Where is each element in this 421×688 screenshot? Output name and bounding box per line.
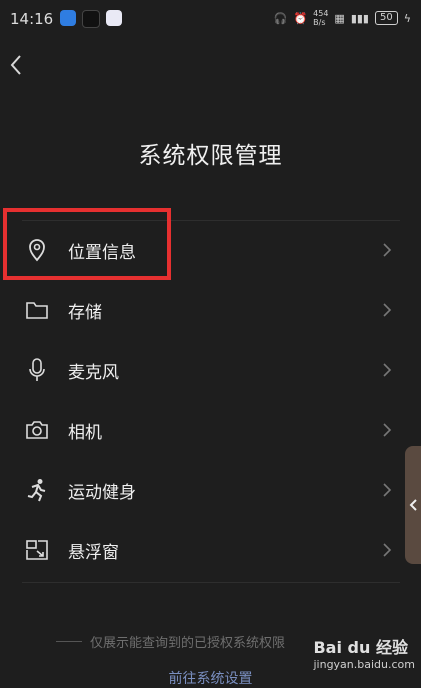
chevron-right-icon: [383, 303, 392, 317]
permission-item-microphone[interactable]: 麦克风: [22, 340, 400, 400]
list-bottom-divider: [22, 582, 400, 583]
running-icon: [24, 477, 50, 503]
status-bar: 14:16 🎧 ⏰ 454 B/s ▦ ▮▮▮ 50 ϟ: [0, 0, 421, 38]
permission-item-floating-window[interactable]: 悬浮窗: [22, 520, 400, 580]
permission-item-storage[interactable]: 存储: [22, 280, 400, 340]
camera-icon: [24, 417, 50, 443]
highlight-box: [3, 208, 171, 280]
page-title: 系统权限管理: [138, 143, 283, 169]
chevron-right-icon: [383, 423, 392, 437]
back-arrow-icon: [10, 55, 21, 75]
folder-icon: [24, 297, 50, 323]
charging-icon: ϟ: [403, 11, 411, 25]
back-button[interactable]: [6, 52, 28, 78]
battery-icon: 50: [375, 11, 398, 25]
system-icons: 🎧 ⏰ 454 B/s ▦ ▮▮▮ 50 ϟ: [274, 9, 411, 27]
message-app-icon: [106, 10, 122, 26]
chevron-right-icon: [383, 543, 392, 557]
watermark-brand: Bai du 经验: [313, 638, 408, 657]
permission-label: 麦克风: [68, 362, 119, 383]
chevron-right-icon: [383, 483, 392, 497]
system-settings-link[interactable]: 前往系统设置: [0, 668, 421, 688]
permission-label: 悬浮窗: [68, 542, 119, 563]
watermark-url: jingyan.baidu.com: [313, 658, 415, 671]
battery-level: 50: [380, 12, 393, 23]
microphone-icon: [24, 357, 50, 383]
permission-label: 运动健身: [68, 482, 136, 503]
chevron-left-icon: [409, 499, 417, 511]
floating-window-icon: [24, 537, 50, 563]
status-time: 14:16: [10, 10, 54, 28]
alarm-icon: ⏰: [293, 11, 308, 25]
permission-item-fitness[interactable]: 运动健身: [22, 460, 400, 520]
chevron-right-icon: [383, 243, 392, 257]
permission-item-camera[interactable]: 相机: [22, 400, 400, 460]
note-dash: [56, 641, 82, 642]
chevron-right-icon: [383, 363, 392, 377]
notification-icons: [60, 10, 122, 28]
permission-label: 存储: [68, 302, 102, 323]
footer-note: 仅展示能查询到的已授权系统权限: [56, 632, 346, 651]
tiktok-app-icon: [82, 10, 100, 28]
permission-label: 相机: [68, 422, 102, 443]
headphone-icon: 🎧: [273, 11, 288, 25]
signal-icon: ▮▮▮: [350, 11, 369, 25]
wifi-icon: ▦: [334, 11, 345, 25]
network-speed: 454 B/s: [313, 9, 329, 27]
note-text: 仅展示能查询到的已授权系统权限: [90, 636, 286, 651]
shield-app-icon: [60, 10, 76, 26]
baidu-watermark: Bai du 经验 jingyan.baidu.com: [313, 634, 415, 671]
side-drawer-handle[interactable]: [405, 446, 421, 564]
